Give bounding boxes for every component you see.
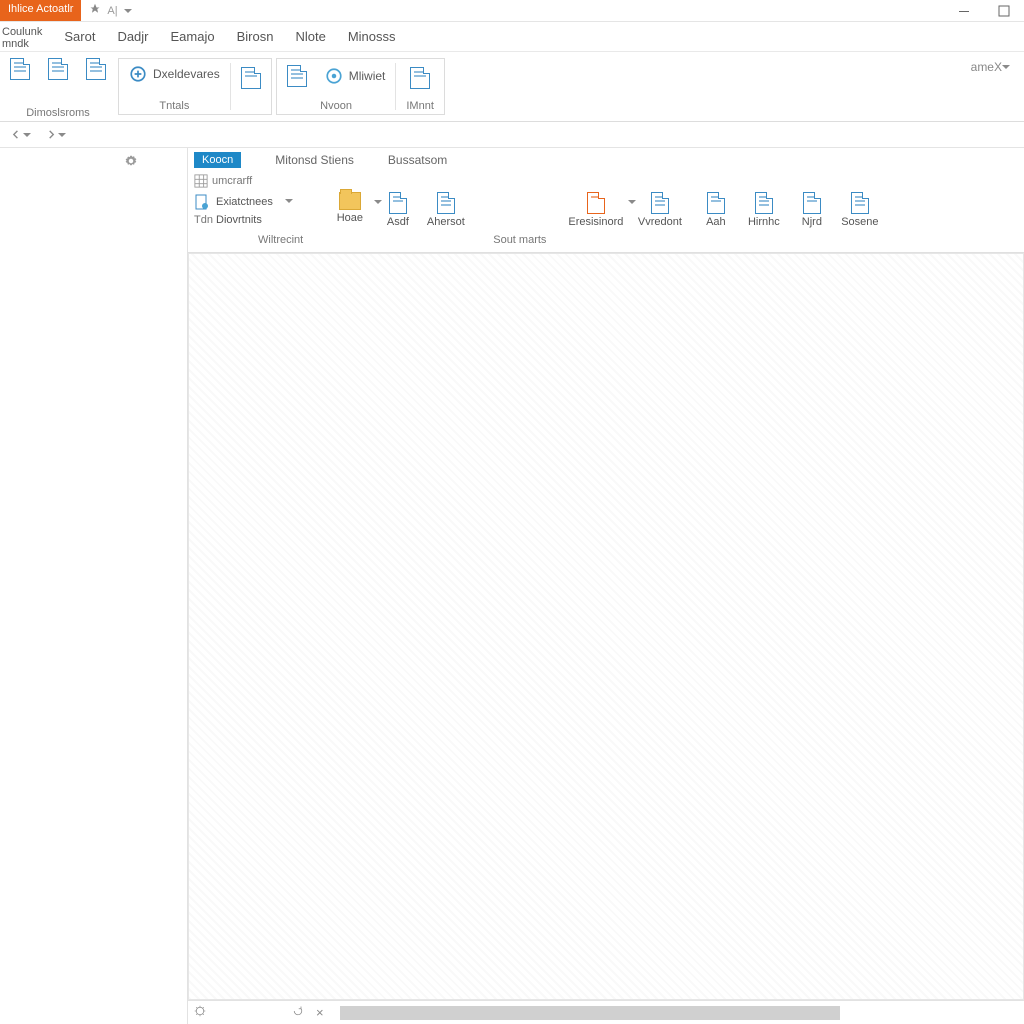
ctx-ersisnort[interactable]: Eresisinord xyxy=(566,192,626,228)
qat-pin-icon[interactable] xyxy=(89,3,101,18)
ribbon-icon-grid1[interactable] xyxy=(10,58,30,80)
document-icon xyxy=(437,192,455,214)
document-icon xyxy=(755,192,773,214)
ctx-aah[interactable]: Aah xyxy=(694,192,738,228)
menu-bar: Coulunk mndk Sarot Dadjr Eamajo Birosn N… xyxy=(0,22,1024,52)
status-refresh-icon[interactable] xyxy=(292,1005,304,1020)
ctx-asd[interactable]: Asdf xyxy=(376,192,420,228)
ctx-home[interactable]: Hoae xyxy=(328,192,372,224)
grid-icon xyxy=(194,174,208,188)
ctx-hinch[interactable]: Hirnhc xyxy=(742,192,786,228)
qat-dropdown-icon[interactable] xyxy=(124,4,132,18)
ctx-exiatctnees[interactable]: Exiatctnees xyxy=(194,194,293,210)
document-icon xyxy=(651,192,669,214)
context-sub-label: umcrarff xyxy=(212,175,252,187)
menu-tab-2[interactable]: Eamajo xyxy=(171,29,215,44)
ctx-njrd[interactable]: Njrd xyxy=(790,192,834,228)
window-minimize-button[interactable] xyxy=(944,0,984,21)
menu-tab-4[interactable]: Nlote xyxy=(295,29,325,44)
status-close-button[interactable]: × xyxy=(312,1005,328,1020)
ctx-sosene[interactable]: Sosene xyxy=(838,192,882,228)
chevron-down-icon xyxy=(1002,60,1010,74)
menu-tab-1[interactable]: Dadjr xyxy=(117,29,148,44)
nav-prev-button[interactable] xyxy=(8,126,35,144)
ribbon-icon-grid3[interactable] xyxy=(86,58,106,80)
menu-tab-5[interactable]: Minosss xyxy=(348,29,396,44)
ribbon-icon-table[interactable] xyxy=(241,67,261,89)
chevron-down-icon xyxy=(285,196,293,208)
document-icon xyxy=(851,192,869,214)
group-caption-left: Wiltrecint xyxy=(258,234,303,246)
ribbon-group3-caption: Nvoon xyxy=(287,98,386,112)
document-icon xyxy=(707,192,725,214)
status-settings-icon[interactable] xyxy=(194,1005,206,1020)
context-tab-active[interactable]: Koocn xyxy=(194,152,241,168)
ctx-diovrtnits[interactable]: Tdn Diovrtnits xyxy=(194,214,293,226)
qat-text-icon[interactable]: A| xyxy=(107,5,117,17)
brand-label: Coulunk mndk xyxy=(2,24,42,50)
sidepane-settings-icon[interactable] xyxy=(125,155,137,170)
document-icon xyxy=(389,192,407,214)
menu-tab-0[interactable]: Sarot xyxy=(64,29,95,44)
horizontal-scrollbar[interactable] xyxy=(340,1006,840,1020)
ribbon-icon-grid4[interactable] xyxy=(287,65,307,87)
ribbon-group2-caption: Tntals xyxy=(129,98,220,112)
ribbon-right-dropdown[interactable]: ameX xyxy=(971,52,1024,121)
td-label: Tdn xyxy=(194,214,210,226)
context-tab-3[interactable]: Bussatsom xyxy=(388,153,447,167)
app-badge: Ihlice Actoatlr xyxy=(0,0,81,21)
ribbon-group1-caption: Dimoslsroms xyxy=(10,105,106,119)
ribbon-icon-grid5[interactable] xyxy=(406,67,434,89)
status-bar: × xyxy=(188,1000,1024,1024)
window-maximize-button[interactable] xyxy=(984,0,1024,21)
context-tab-2[interactable]: Mitonsd Stiens xyxy=(275,153,354,167)
ctx-wredont[interactable]: Vvredont xyxy=(630,192,690,228)
nav-next-button[interactable] xyxy=(43,126,70,144)
group-caption-right: Sout marts xyxy=(493,234,546,246)
ribbon-btn-dxeldevares[interactable]: Dxeldevares xyxy=(129,65,220,83)
ctx-aherset[interactable]: Ahersot xyxy=(424,192,468,228)
document-canvas[interactable] xyxy=(188,253,1024,1000)
ribbon-group4-caption: IMnnt xyxy=(406,98,434,112)
ribbon-icon-grid2[interactable] xyxy=(48,58,68,80)
document-icon xyxy=(587,192,605,214)
ribbon-btn-mliwiet[interactable]: Mliwiet xyxy=(325,67,386,85)
side-pane xyxy=(0,148,188,1024)
document-icon xyxy=(803,192,821,214)
ribbon: Dimoslsroms Dxeldevares Tntals Mliwi xyxy=(0,52,1024,122)
reference-bar xyxy=(0,122,1024,148)
folder-icon xyxy=(339,192,361,210)
menu-tab-3[interactable]: Birosn xyxy=(237,29,274,44)
